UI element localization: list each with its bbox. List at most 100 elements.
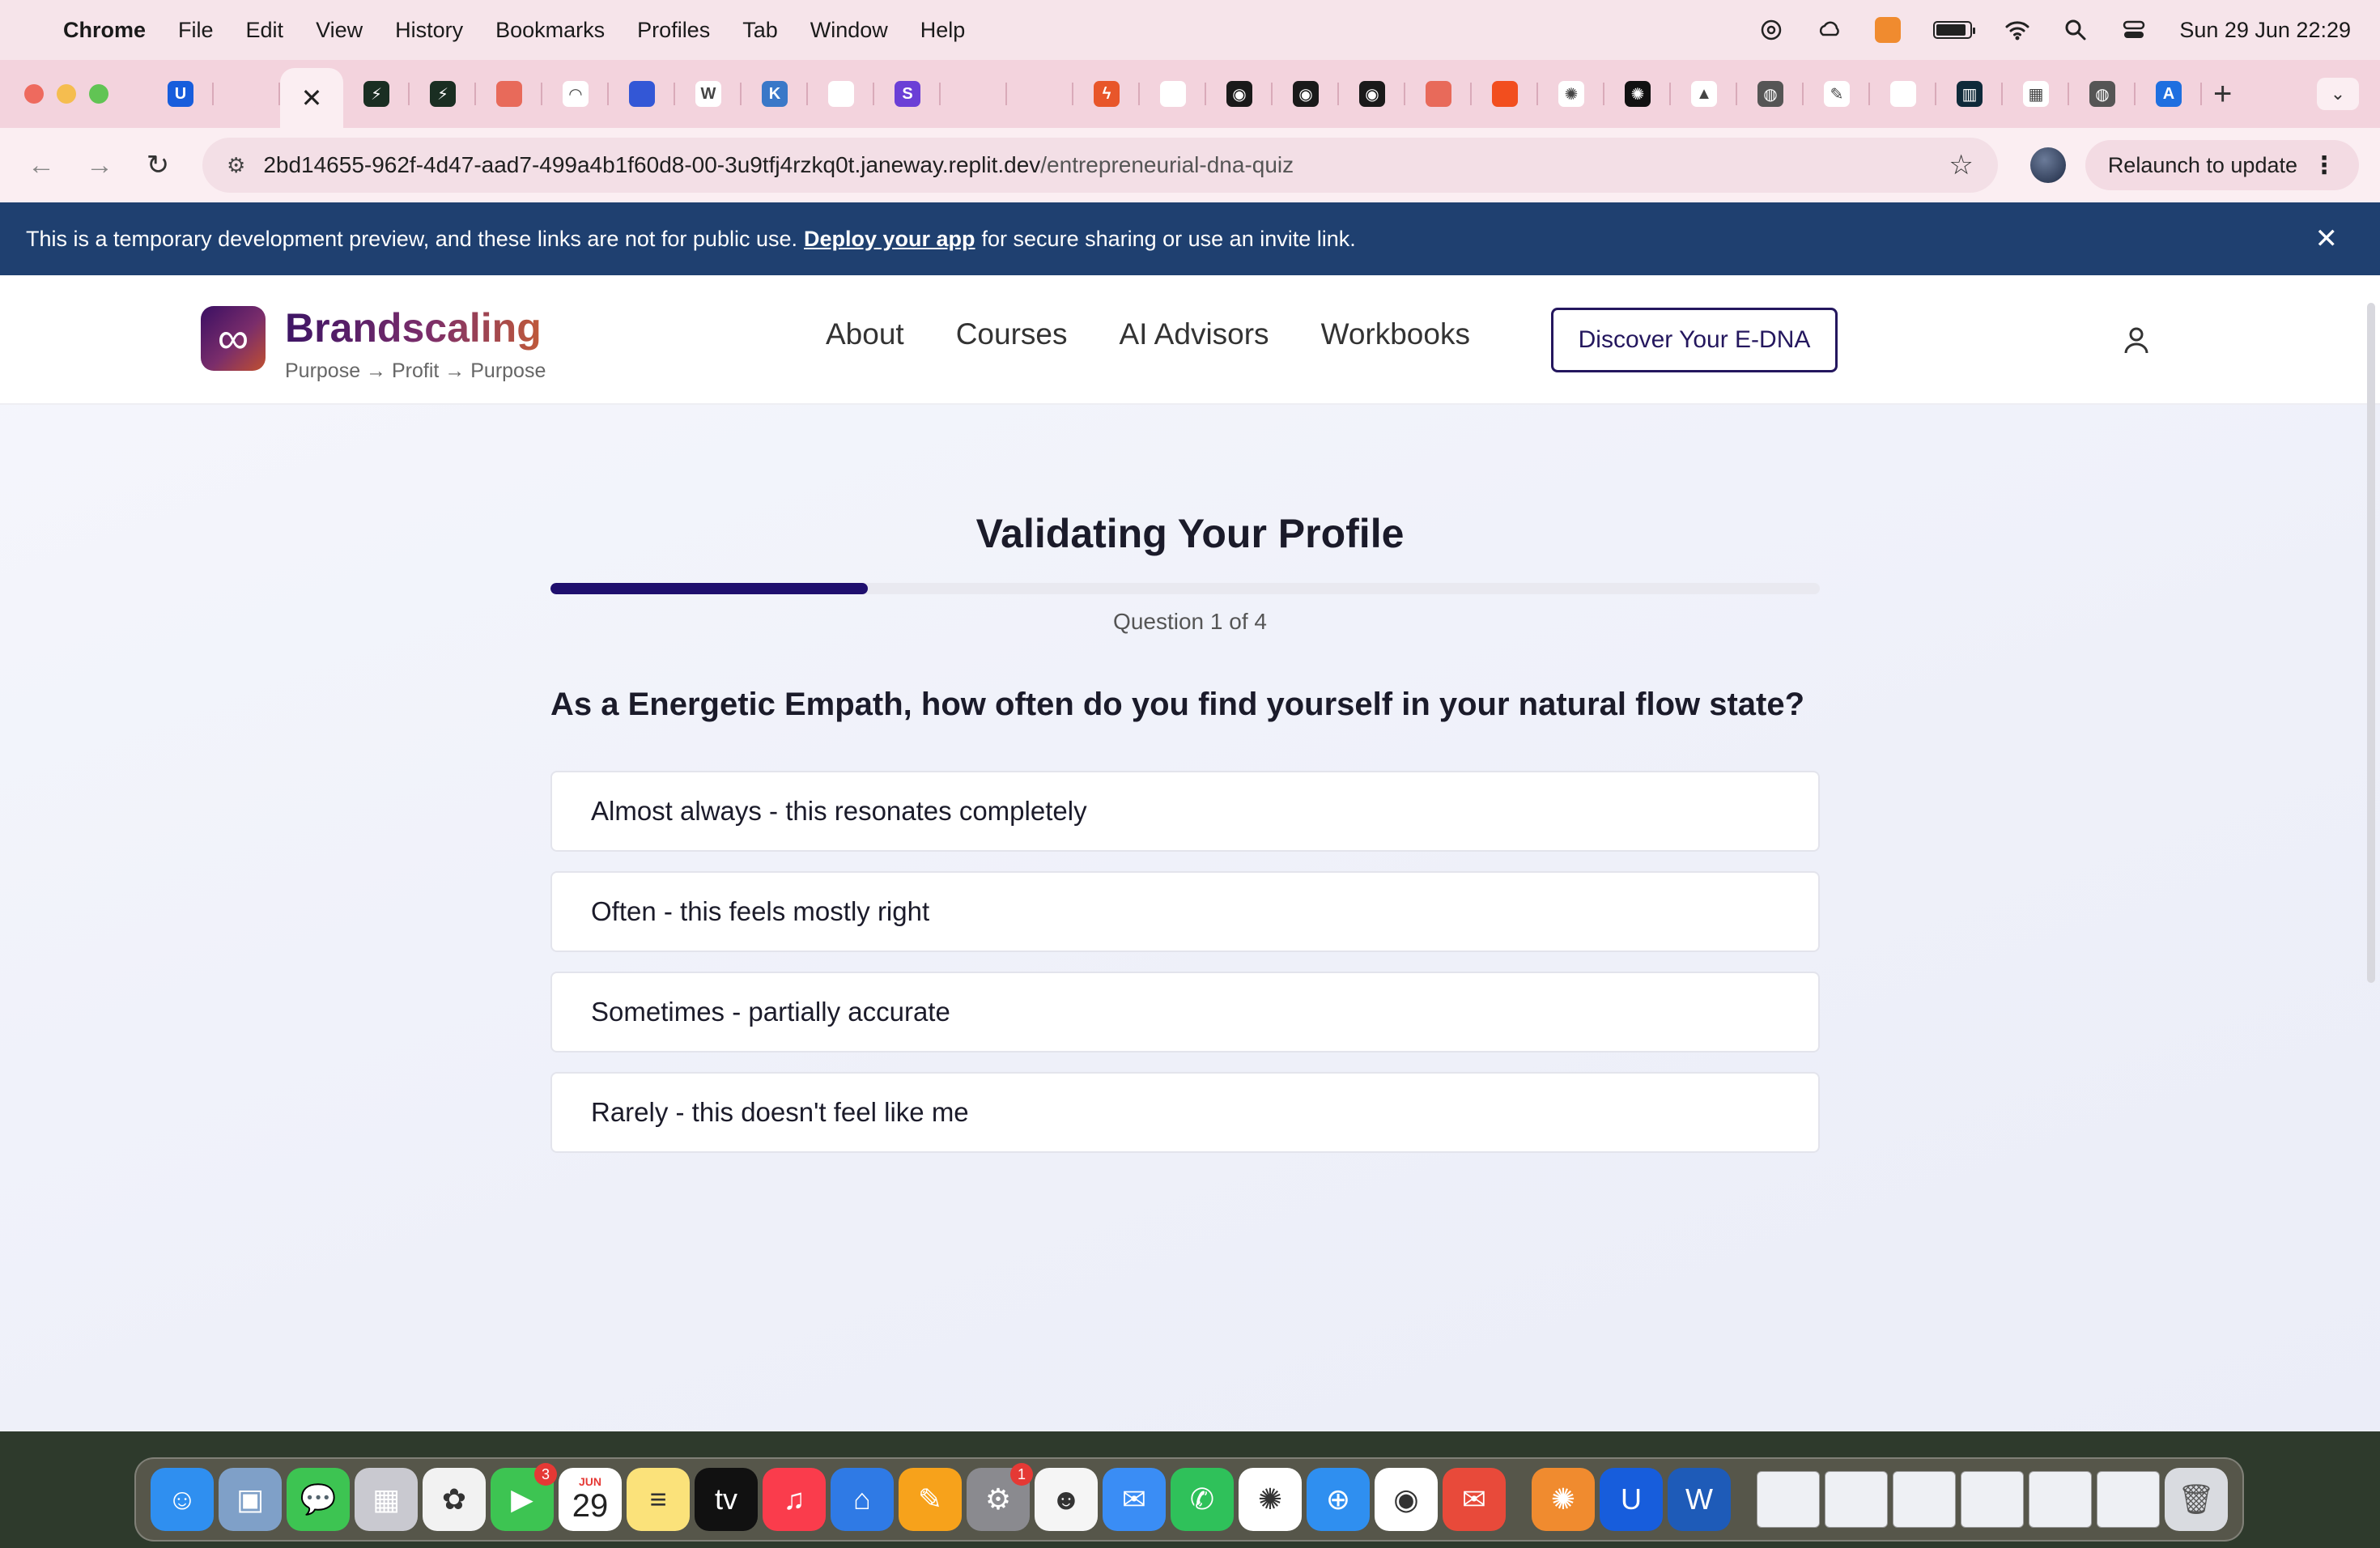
- control-center-icon[interactable]: [2121, 17, 2147, 43]
- battery-icon[interactable]: [1933, 21, 1976, 39]
- menu-help[interactable]: Help: [920, 18, 966, 43]
- browser-tab[interactable]: A: [2136, 60, 2202, 128]
- menubar-clock[interactable]: Sun 29 Jun 22:29: [2179, 18, 2351, 43]
- discover-edna-button[interactable]: Discover Your E-DNA: [1551, 308, 1838, 372]
- deploy-app-link[interactable]: Deploy your app: [804, 227, 975, 252]
- menu-file[interactable]: File: [178, 18, 214, 43]
- dog-icon[interactable]: ☻: [1035, 1468, 1098, 1531]
- menu-history[interactable]: History: [395, 18, 463, 43]
- facetime-icon[interactable]: ▶ 3: [491, 1463, 557, 1531]
- tab-search-chevron-icon[interactable]: ⌄: [2317, 78, 2359, 110]
- browser-tab[interactable]: U: [147, 60, 214, 128]
- chrome-icon[interactable]: ◉: [1375, 1468, 1438, 1531]
- minimized-window-thumbnail[interactable]: [1825, 1471, 1888, 1528]
- banner-close-icon[interactable]: ✕: [2315, 223, 2339, 255]
- browser-tab[interactable]: [476, 60, 542, 128]
- active-tab[interactable]: ✕: [280, 68, 343, 128]
- address-bar[interactable]: ⚙ 2bd14655-962f-4d47-aad7-499a4b1f60d8-0…: [202, 138, 1998, 193]
- safari-icon[interactable]: ⊕: [1307, 1468, 1370, 1531]
- answer-option-almost-always[interactable]: Almost always - this resonates completel…: [550, 771, 1820, 852]
- settings-icon[interactable]: ⚙ 1: [967, 1463, 1033, 1531]
- browser-tab[interactable]: ⚡: [343, 60, 410, 128]
- more-menu-icon[interactable]: ⋮: [2312, 151, 2336, 180]
- notes-icon[interactable]: ≡: [627, 1468, 690, 1531]
- browser-tab[interactable]: ◍: [2069, 60, 2136, 128]
- answer-option-often[interactable]: Often - this feels mostly right: [550, 871, 1820, 952]
- browser-tab[interactable]: ✺: [1604, 60, 1671, 128]
- music-icon[interactable]: ♫: [763, 1468, 826, 1531]
- new-tab-button[interactable]: +: [2213, 76, 2232, 113]
- browser-tab[interactable]: ✎: [1804, 60, 1870, 128]
- openai-status-icon[interactable]: [1758, 17, 1784, 43]
- browser-tab[interactable]: ◉: [1206, 60, 1273, 128]
- browser-tab[interactable]: K: [742, 60, 808, 128]
- minimized-window-thumbnail[interactable]: [2097, 1471, 2160, 1528]
- photos-icon[interactable]: ✿: [423, 1468, 486, 1531]
- finder-icon[interactable]: ☺: [151, 1468, 214, 1531]
- browser-tab[interactable]: ϟ: [1073, 60, 1140, 128]
- chatgpt-icon[interactable]: ✺: [1239, 1468, 1302, 1531]
- minimized-window-thumbnail[interactable]: [1757, 1471, 1820, 1528]
- word-icon[interactable]: W: [1668, 1468, 1731, 1531]
- nav-courses[interactable]: Courses: [956, 317, 1068, 351]
- browser-tab[interactable]: S: [874, 60, 941, 128]
- pages-icon[interactable]: ✎: [899, 1468, 962, 1531]
- back-button[interactable]: ←: [21, 150, 62, 181]
- browser-tab[interactable]: [1405, 60, 1472, 128]
- browser-tab[interactable]: ◠: [542, 60, 609, 128]
- menu-app-name[interactable]: Chrome: [63, 18, 146, 43]
- browser-tab[interactable]: [808, 60, 874, 128]
- claude-icon[interactable]: ✺: [1532, 1468, 1595, 1531]
- menu-bookmarks[interactable]: Bookmarks: [495, 18, 605, 43]
- zoom-window-button[interactable]: [89, 84, 108, 104]
- menu-view[interactable]: View: [316, 18, 363, 43]
- spotlight-search-icon[interactable]: [2063, 17, 2089, 43]
- browser-tab[interactable]: [1140, 60, 1206, 128]
- browser-tab[interactable]: ▲: [1671, 60, 1737, 128]
- browser-tab[interactable]: [609, 60, 675, 128]
- relaunch-to-update-button[interactable]: Relaunch to update ⋮: [2085, 140, 2359, 190]
- browser-tab[interactable]: ⚡: [410, 60, 476, 128]
- nav-workbooks[interactable]: Workbooks: [1321, 317, 1470, 351]
- minimize-window-button[interactable]: [57, 84, 76, 104]
- cloud-sync-icon[interactable]: [1817, 17, 1842, 43]
- menu-edit[interactable]: Edit: [246, 18, 284, 43]
- preview-icon[interactable]: ▣: [219, 1468, 282, 1531]
- trash-icon[interactable]: 🗑: [2165, 1468, 2228, 1531]
- forward-button[interactable]: →: [79, 150, 120, 181]
- minimized-window-thumbnail[interactable]: [2029, 1471, 2092, 1528]
- page-scrollbar[interactable]: [2367, 303, 2375, 983]
- browser-tab[interactable]: [1007, 60, 1073, 128]
- browser-tab[interactable]: ▥: [1936, 60, 2003, 128]
- mail-icon[interactable]: ✉: [1103, 1468, 1166, 1531]
- close-window-button[interactable]: [24, 84, 44, 104]
- close-tab-icon[interactable]: ✕: [301, 83, 323, 113]
- bookmark-star-icon[interactable]: ☆: [1949, 149, 1973, 181]
- claude-status-icon[interactable]: [1875, 17, 1902, 43]
- minimized-window-thumbnail[interactable]: [1961, 1471, 2024, 1528]
- browser-tab[interactable]: W: [675, 60, 742, 128]
- brand-name[interactable]: Brandscaling: [285, 304, 542, 351]
- user-account-icon[interactable]: [2123, 325, 2150, 355]
- brand-logo-icon[interactable]: ∞: [201, 306, 266, 371]
- site-settings-icon[interactable]: ⚙: [227, 153, 245, 178]
- answer-option-rarely[interactable]: Rarely - this doesn't feel like me: [550, 1072, 1820, 1153]
- messages-icon[interactable]: 💬: [287, 1468, 350, 1531]
- browser-tab[interactable]: [941, 60, 1007, 128]
- browser-tab[interactable]: ▦: [2003, 60, 2069, 128]
- browser-tab[interactable]: ◍: [1737, 60, 1804, 128]
- browser-tab[interactable]: [1870, 60, 1936, 128]
- airmail-icon[interactable]: ✉: [1443, 1468, 1506, 1531]
- browser-tab[interactable]: ◉: [1339, 60, 1405, 128]
- browser-tab[interactable]: ✺: [1538, 60, 1604, 128]
- whatsapp-icon[interactable]: ✆: [1171, 1468, 1234, 1531]
- menu-window[interactable]: Window: [810, 18, 888, 43]
- nav-about[interactable]: About: [826, 317, 904, 351]
- menu-profiles[interactable]: Profiles: [637, 18, 710, 43]
- launchpad-icon[interactable]: ▦: [355, 1468, 418, 1531]
- browser-tab[interactable]: [1472, 60, 1538, 128]
- nav-ai-advisors[interactable]: AI Advisors: [1119, 317, 1269, 351]
- answer-option-sometimes[interactable]: Sometimes - partially accurate: [550, 972, 1820, 1053]
- browser-tab[interactable]: ◉: [1273, 60, 1339, 128]
- profile-avatar[interactable]: [2029, 147, 2066, 183]
